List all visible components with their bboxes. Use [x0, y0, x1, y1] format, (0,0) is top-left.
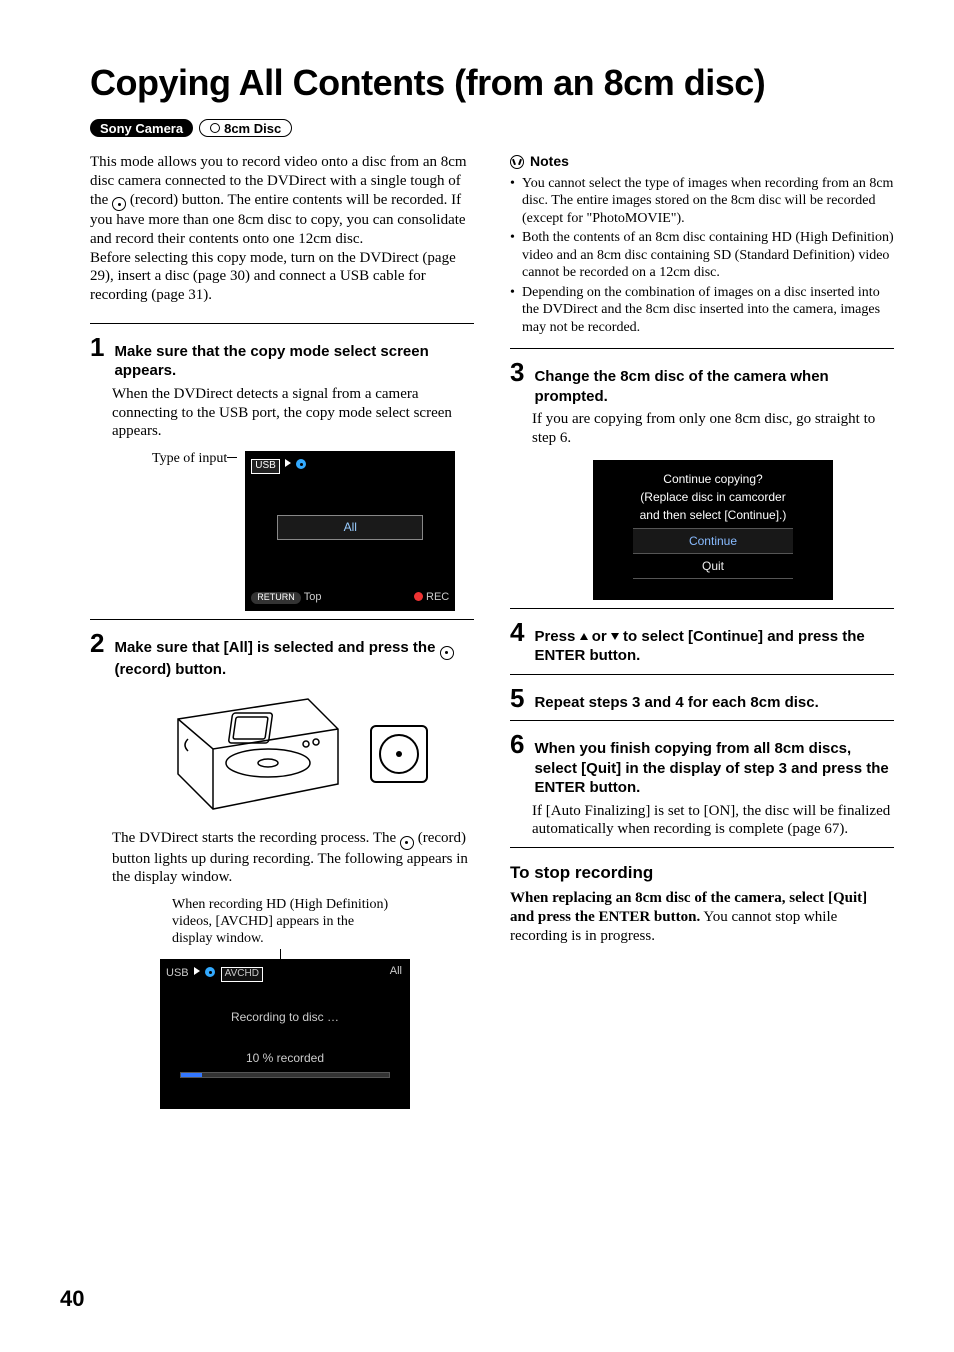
disc-icon — [205, 967, 215, 977]
progress-bar — [180, 1072, 390, 1078]
record-icon — [440, 646, 454, 660]
dvdirect-illustration — [158, 689, 348, 819]
recording-status: Recording to disc … — [166, 1010, 404, 1025]
step-2: 2 Make sure that [All] is selected and p… — [90, 630, 474, 1109]
intro-text: This mode allows you to record video ont… — [90, 153, 474, 305]
step-2-body: The DVDirect starts the recording proces… — [112, 829, 474, 887]
step-4-title: Press or to select [Continue] and press … — [534, 627, 894, 666]
continue-question: Continue copying? — [603, 470, 823, 488]
step-5-num: 5 — [510, 685, 524, 711]
usb-indicator: USB — [251, 459, 280, 474]
badge-disc-label: 8cm Disc — [224, 122, 281, 135]
disc-icon — [210, 123, 220, 133]
step-1: 1 Make sure that the copy mode select sc… — [90, 334, 474, 611]
step-6-body: If [Auto Finalizing] is set to [ON], the… — [532, 802, 894, 840]
continue-line3: and then select [Continue].) — [603, 506, 823, 524]
badge-disc: 8cm Disc — [199, 119, 292, 137]
arrow-right-icon — [285, 459, 291, 467]
continue-option: Continue — [633, 528, 793, 554]
step-3: 3 Change the 8cm disc of the camera when… — [510, 359, 894, 600]
stop-recording-body: When replacing an 8cm disc of the camera… — [510, 889, 894, 945]
note-item: Both the contents of an 8cm disc contain… — [510, 229, 894, 282]
step-6: 6 When you finish copying from all 8cm d… — [510, 731, 894, 839]
notes-list: You cannot select the type of images whe… — [510, 175, 894, 337]
step-3-body: If you are copying from only one 8cm dis… — [532, 410, 894, 448]
mode-select-screen: USB All RETURNTop REC — [245, 451, 455, 611]
step-2-title: Make sure that [All] is selected and pre… — [114, 638, 474, 679]
arrow-right-icon — [194, 967, 200, 975]
recording-screen: USB AVCHD All Recording to disc … 10 % r… — [160, 959, 410, 1109]
step-1-body: When the DVDirect detects a signal from … — [112, 385, 474, 441]
return-label: RETURNTop — [251, 591, 321, 605]
recording-caption: When recording HD (High Definition) vide… — [172, 897, 392, 947]
usb-indicator: USB — [166, 967, 189, 979]
input-type-label: Type of input — [152, 451, 239, 466]
all-indicator: All — [390, 965, 402, 979]
step-6-num: 6 — [510, 731, 524, 757]
step-4-num: 4 — [510, 619, 524, 645]
step-1-title: Make sure that the copy mode select scre… — [114, 342, 474, 381]
record-button-illustration — [370, 725, 428, 783]
page-title: Copying All Contents (from an 8cm disc) — [90, 60, 894, 105]
page-number: 40 — [60, 1285, 84, 1313]
record-icon — [112, 197, 126, 211]
step-2-num: 2 — [90, 630, 104, 656]
quit-option: Quit — [633, 554, 793, 579]
note-item: You cannot select the type of images whe… — [510, 175, 894, 228]
avchd-indicator: AVCHD — [221, 967, 263, 982]
device-illustration — [112, 689, 474, 819]
badge-camera: Sony Camera — [90, 119, 193, 137]
step-4: 4 Press or to select [Continue] and pres… — [510, 619, 894, 666]
arrow-down-icon — [611, 633, 619, 640]
notes-icon — [510, 155, 524, 169]
notes-heading: Notes — [510, 153, 894, 171]
recording-percent: 10 % recorded — [166, 1051, 404, 1066]
stop-recording-heading: To stop recording — [510, 862, 894, 883]
rec-label: REC — [414, 591, 449, 605]
step-3-title: Change the 8cm disc of the camera when p… — [534, 367, 894, 406]
step-6-title: When you finish copying from all 8cm dis… — [534, 739, 894, 798]
all-option: All — [277, 515, 423, 540]
badges: Sony Camera 8cm Disc — [90, 119, 894, 137]
continue-screen: Continue copying? (Replace disc in camco… — [593, 460, 833, 600]
step-5-title: Repeat steps 3 and 4 for each 8cm disc. — [534, 693, 818, 713]
record-icon — [400, 836, 414, 850]
disc-icon — [296, 459, 306, 469]
intro-p2: Before selecting this copy mode, turn on… — [90, 249, 474, 305]
intro-p1b: (record) button. The entire contents wil… — [90, 192, 466, 247]
arrow-up-icon — [580, 633, 588, 640]
step-3-num: 3 — [510, 359, 524, 385]
note-item: Depending on the combination of images o… — [510, 284, 894, 337]
step-1-num: 1 — [90, 334, 104, 360]
step-5: 5 Repeat steps 3 and 4 for each 8cm disc… — [510, 685, 894, 713]
continue-line2: (Replace disc in camcorder — [603, 488, 823, 506]
